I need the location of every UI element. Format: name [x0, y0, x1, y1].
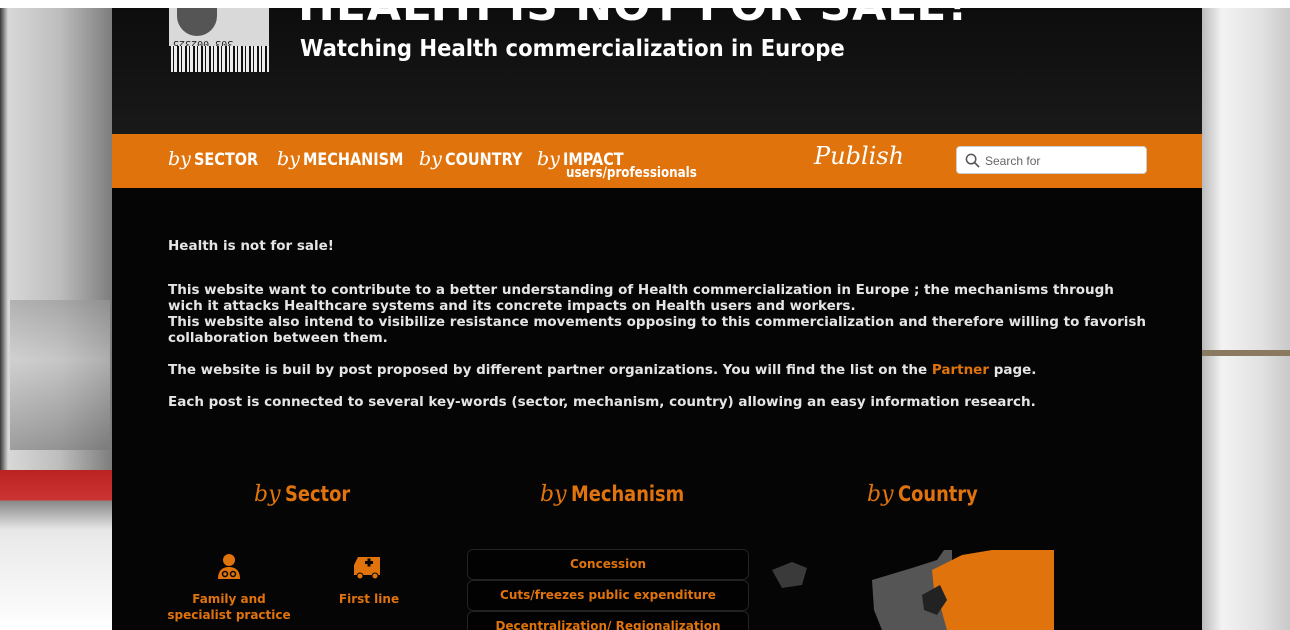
background-floor: [0, 470, 112, 630]
nav-item-label: SECTOR: [193, 150, 259, 170]
site-logo[interactable]: 303 002325: [169, 8, 269, 72]
by-word: by: [867, 482, 894, 507]
sector-label-line1: Family and: [192, 592, 266, 606]
sector-first-line[interactable]: First line: [324, 553, 414, 607]
europe-map[interactable]: [762, 550, 1054, 630]
by-sector-title[interactable]: by Sector: [254, 482, 361, 507]
search-input[interactable]: [985, 150, 1140, 172]
by-word: by: [540, 482, 567, 507]
mechanism-item[interactable]: Cuts/freezes public expenditure: [467, 580, 749, 611]
sector-label-line2: specialist practice: [167, 608, 291, 622]
nav-by-word: by: [168, 148, 191, 170]
site-header: 303 002325 HEALTH IS NOT FOR SALE! Watch…: [112, 0, 1202, 134]
ambulance-icon: [354, 557, 380, 579]
search-box: [956, 146, 1147, 174]
nav-item-sublabel: users/professionals: [566, 165, 697, 181]
by-country-title[interactable]: by Country: [867, 482, 991, 507]
mechanism-item[interactable]: Concession: [467, 549, 749, 580]
nav-by-word: by: [277, 148, 300, 170]
section-title-label: Country: [897, 482, 978, 506]
logo-barcode: [169, 46, 269, 72]
sector-label-line1: First line: [338, 592, 400, 606]
intro-paragraph-3: Each post is connected to several key-wo…: [168, 394, 1036, 410]
intro-heading: Health is not for sale!: [168, 238, 334, 254]
nav-by-impact[interactable]: by IMPACT users/professionals: [537, 148, 697, 181]
mechanism-list: Concession Cuts/freezes public expenditu…: [467, 549, 749, 630]
site-subtitle: Watching Health commercialization in Eur…: [300, 36, 845, 62]
nav-by-word: by: [537, 148, 560, 170]
background-shelf: [10, 300, 110, 450]
intro-paragraph-2: The website is buil by post proposed by …: [168, 362, 1148, 378]
sector-family-practice[interactable]: Family and specialist practice: [164, 553, 294, 623]
section-title-label: Mechanism: [570, 482, 684, 506]
nav-item-label: COUNTRY: [444, 150, 523, 170]
search-icon[interactable]: [965, 153, 980, 168]
background-right-trim: [1202, 350, 1290, 356]
main-nav: by SECTOR by MECHANISM by COUNTRY by IMPACT …: [112, 134, 1202, 188]
site-title: HEALTH IS NOT FOR SALE!: [298, 0, 969, 31]
section-title-label: Sector: [284, 482, 350, 506]
nav-by-mechanism[interactable]: by MECHANISM: [277, 148, 421, 170]
background-right-wall: [1202, 0, 1290, 630]
partner-link[interactable]: Partner: [932, 362, 989, 378]
nav-by-sector[interactable]: by SECTOR: [168, 148, 269, 170]
by-word: by: [254, 482, 281, 507]
nav-by-word: by: [419, 148, 442, 170]
nav-by-country[interactable]: by COUNTRY: [419, 148, 536, 170]
logo-face: [177, 8, 217, 36]
main-column: 303 002325 HEALTH IS NOT FOR SALE! Watch…: [112, 0, 1202, 630]
mechanism-item[interactable]: Decentralization/ Regionalization: [467, 611, 749, 630]
intro-paragraph-1: This website want to contribute to a bet…: [168, 282, 1114, 314]
intro-paragraph-2-end: page.: [989, 362, 1037, 378]
doctor-icon: [218, 554, 240, 579]
publish-link[interactable]: Publish: [814, 142, 904, 170]
intro-paragraph-1b: This website also intend to visibilize r…: [168, 314, 1147, 346]
by-mechanism-title[interactable]: by Mechanism: [540, 482, 704, 507]
nav-item-label: MECHANISM: [302, 150, 404, 170]
intro-paragraph-2-text: The website is buil by post proposed by …: [168, 362, 932, 378]
intro-text: Health is not for sale! This website wan…: [168, 238, 1148, 426]
